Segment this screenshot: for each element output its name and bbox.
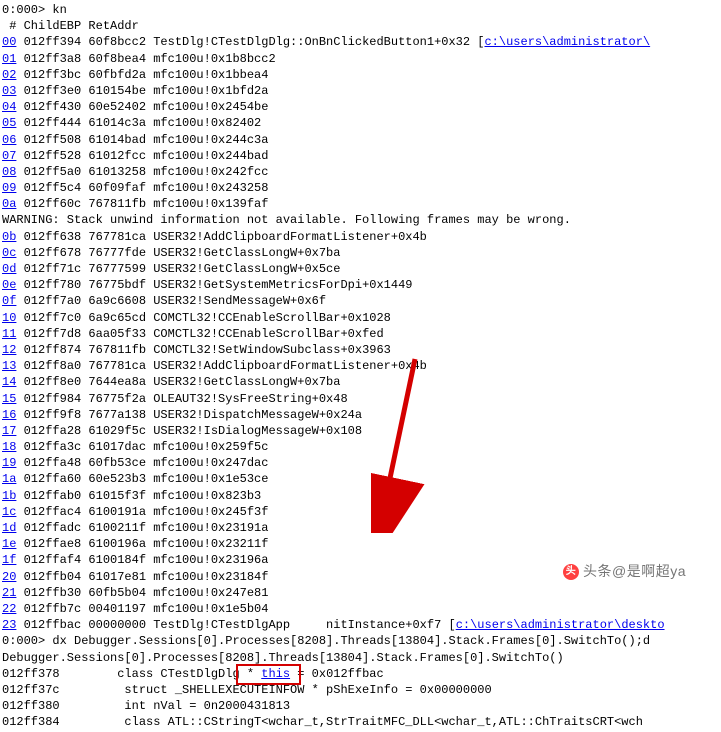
frame-index-link[interactable]: 10 [2,311,16,325]
stack-frame-row: 19 012ffa48 60fb53ce mfc100u!0x247dac [2,455,721,471]
frame-index-link[interactable]: 04 [2,100,16,114]
command-prompt: 0:000> dx Debugger.Sessions[0].Processes… [2,633,721,649]
this-pointer-link[interactable]: this [261,667,290,681]
stack-frame-row: 16 012ff9f8 7677a138 USER32!DispatchMess… [2,407,721,423]
stack-frame-row: 10 012ff7c0 6a9c65cd COMCTL32!CCEnableSc… [2,310,721,326]
frame-index-link[interactable]: 23 [2,618,16,632]
frame-index-link[interactable]: 1f [2,553,16,567]
frame-index-link[interactable]: 20 [2,570,16,584]
dx-output: Debugger.Sessions[0].Processes[8208].Thr… [2,650,721,666]
frame-index-link[interactable]: 0f [2,294,16,308]
watermark: 头头条@是啊超ya [563,562,686,581]
stack-frame-row: 17 012ffa28 61029f5c USER32!IsDialogMess… [2,423,721,439]
frame-index-link[interactable]: 02 [2,68,16,82]
frame-index-link[interactable]: 1b [2,489,16,503]
stack-frame-row: 06 012ff508 61014bad mfc100u!0x244c3a [2,132,721,148]
frame-index-link[interactable]: 05 [2,116,16,130]
frame-index-link[interactable]: 18 [2,440,16,454]
stack-frame-row: 23 012ffbac 00000000 TestDlg!CTestDlgApp… [2,617,721,633]
stack-frame-row: 07 012ff528 61012fcc mfc100u!0x244bad [2,148,721,164]
frame-index-link[interactable]: 22 [2,602,16,616]
stack-frame-row: 1a 012ffa60 60e523b3 mfc100u!0x1e53ce [2,471,721,487]
stack-frame-row: 11 012ff7d8 6aa05f33 COMCTL32!CCEnableSc… [2,326,721,342]
stack-frame-row: 04 012ff430 60e52402 mfc100u!0x2454be [2,99,721,115]
stack-frame-row: 1b 012ffab0 61015f3f mfc100u!0x823b3 [2,488,721,504]
warning-text: WARNING: Stack unwind information not av… [2,212,721,228]
stack-frame-row: 0c 012ff678 76777fde USER32!GetClassLong… [2,245,721,261]
stack-frame-row: 1c 012ffac4 6100191a mfc100u!0x245f3f [2,504,721,520]
frame-index-link[interactable]: 15 [2,392,16,406]
frame-index-link[interactable]: 00 [2,35,16,49]
source-path-link[interactable]: c:\users\administrator\deskto [456,618,665,632]
local-var-row: 012ff37c struct _SHELLEXECUTEINFOW * pSh… [2,682,721,698]
stack-frame-row: 0f 012ff7a0 6a9c6608 USER32!SendMessageW… [2,293,721,309]
frame-index-link[interactable]: 03 [2,84,16,98]
frame-index-link[interactable]: 1c [2,505,16,519]
stack-frame-row: 18 012ffa3c 61017dac mfc100u!0x259f5c [2,439,721,455]
stack-frame-row: 14 012ff8e0 7644ea8a USER32!GetClassLong… [2,374,721,390]
stack-frame-row: 0e 012ff780 76775bdf USER32!GetSystemMet… [2,277,721,293]
frame-index-link[interactable]: 1e [2,537,16,551]
stack-frame-row: 05 012ff444 61014c3a mfc100u!0x82402 [2,115,721,131]
stack-frame-row: 00 012ff394 60f8bcc2 TestDlg!CTestDlgDlg… [2,34,721,50]
frame-index-link[interactable]: 0b [2,230,16,244]
frame-index-link[interactable]: 09 [2,181,16,195]
frame-index-link[interactable]: 0a [2,197,16,211]
stack-frame-row: 0a 012ff60c 767811fb mfc100u!0x139faf [2,196,721,212]
frame-index-link[interactable]: 13 [2,359,16,373]
frame-index-link[interactable]: 07 [2,149,16,163]
local-var-row: 012ff378 class CTestDlgDlg * this = 0x01… [2,666,721,682]
stack-frame-row: 22 012ffb7c 00401197 mfc100u!0x1e5b04 [2,601,721,617]
frame-index-link[interactable]: 0d [2,262,16,276]
frame-index-link[interactable]: 01 [2,52,16,66]
frame-index-link[interactable]: 11 [2,327,16,341]
this-pointer-highlight: * this [240,666,298,682]
command-prompt: 0:000> kn [2,2,721,18]
frame-index-link[interactable]: 0e [2,278,16,292]
frame-index-link[interactable]: 0c [2,246,16,260]
stack-frame-row: 13 012ff8a0 767781ca USER32!AddClipboard… [2,358,721,374]
stack-frame-row: 1e 012ffae8 6100196a mfc100u!0x23211f [2,536,721,552]
frame-index-link[interactable]: 08 [2,165,16,179]
stack-frame-row: 08 012ff5a0 61013258 mfc100u!0x242fcc [2,164,721,180]
local-var-row: 012ff380 int nVal = 0n2000431813 [2,698,721,714]
stack-frame-row: 0b 012ff638 767781ca USER32!AddClipboard… [2,229,721,245]
stack-frame-row: 15 012ff984 76775f2a OLEAUT32!SysFreeStr… [2,391,721,407]
stack-frame-row: 09 012ff5c4 60f09faf mfc100u!0x243258 [2,180,721,196]
frame-index-link[interactable]: 1d [2,521,16,535]
frame-index-link[interactable]: 17 [2,424,16,438]
frame-index-link[interactable]: 19 [2,456,16,470]
stack-frame-row: 03 012ff3e0 610154be mfc100u!0x1bfd2a [2,83,721,99]
frame-index-link[interactable]: 12 [2,343,16,357]
frame-index-link[interactable]: 14 [2,375,16,389]
stack-frame-row: 12 012ff874 767811fb COMCTL32!SetWindowS… [2,342,721,358]
stack-frame-row: 02 012ff3bc 60fbfd2a mfc100u!0x1bbea4 [2,67,721,83]
stack-frame-row: 01 012ff3a8 60f8bea4 mfc100u!0x1b8bcc2 [2,51,721,67]
debugger-output: 0:000> kn # ChildEBP RetAddr 00 012ff394… [2,2,721,730]
frame-index-link[interactable]: 06 [2,133,16,147]
stack-frame-row: 1d 012ffadc 6100211f mfc100u!0x23191a [2,520,721,536]
frame-index-link[interactable]: 1a [2,472,16,486]
stack-header: # ChildEBP RetAddr [2,18,721,34]
stack-frame-row: 0d 012ff71c 76777599 USER32!GetClassLong… [2,261,721,277]
frame-index-link[interactable]: 16 [2,408,16,422]
source-path-link[interactable]: c:\users\administrator\ [484,35,650,49]
local-var-row: 012ff384 class ATL::CStringT<wchar_t,Str… [2,714,721,730]
